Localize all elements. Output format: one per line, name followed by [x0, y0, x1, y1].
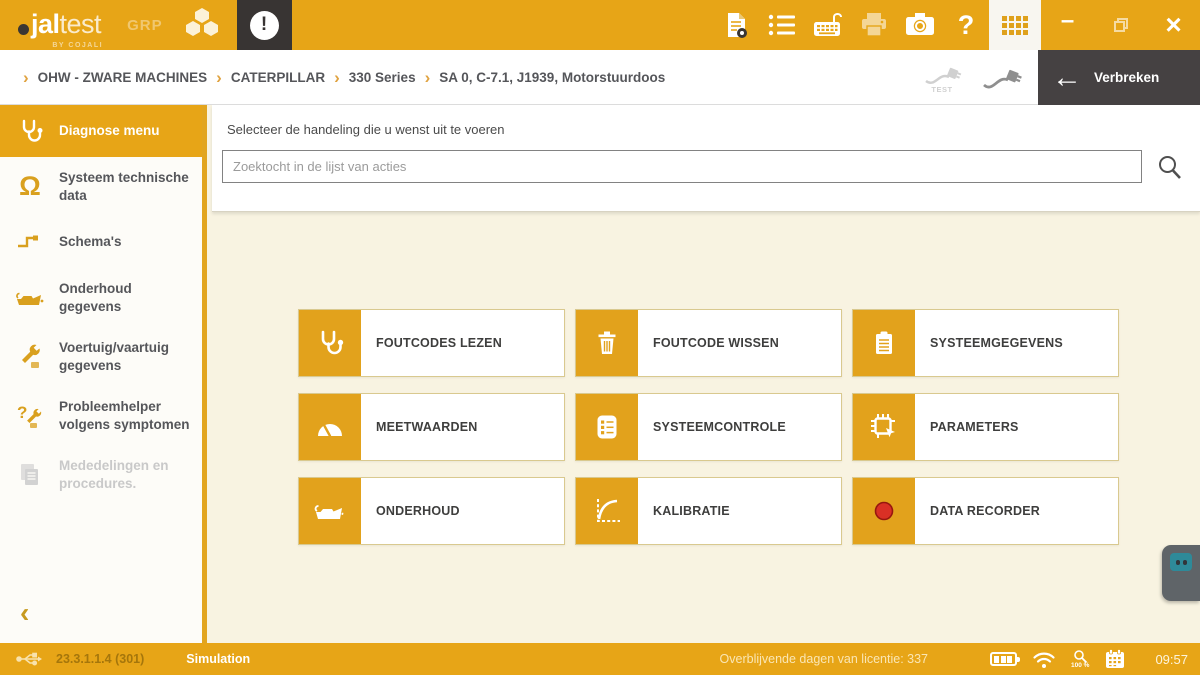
- clock-label: 09:57: [1155, 652, 1188, 667]
- gauge-icon: [299, 394, 361, 460]
- sidebar-item-diagnose-menu[interactable]: Diagnose menu: [0, 105, 202, 157]
- notifications-button[interactable]: !: [237, 0, 292, 50]
- chevron-right-icon: ›: [23, 69, 29, 86]
- back-arrow-icon: ←: [1052, 63, 1082, 93]
- symptom-helper-icon: ?: [12, 403, 48, 429]
- close-button[interactable]: ×: [1147, 0, 1200, 50]
- license-days-label: Overblijvende dagen van licentie: 337: [720, 652, 928, 666]
- exclamation-icon: !: [250, 11, 279, 40]
- collapse-sidebar-button[interactable]: ‹: [20, 599, 29, 627]
- oil-can-icon: [299, 478, 361, 544]
- omega-icon: Ω: [12, 173, 48, 200]
- status-icons: 100 % 09:57: [990, 648, 1188, 670]
- logo-text-jal: jal: [31, 10, 60, 40]
- sidebar-item-mededelingen: Mededelingen en procedures.: [0, 445, 202, 504]
- breadcrumb-category[interactable]: OHW - ZWARE MACHINES: [38, 70, 208, 85]
- support-widget[interactable]: [1162, 545, 1200, 601]
- stethoscope-icon: [12, 117, 48, 145]
- minimize-button[interactable]: –: [1041, 0, 1094, 50]
- tile-onderhoud[interactable]: ONDERHOUD: [298, 477, 565, 545]
- test-connector-icon[interactable]: TEST: [922, 61, 962, 94]
- chevron-right-icon: ›: [425, 69, 431, 86]
- breadcrumb: › OHW - ZWARE MACHINES › CATERPILLAR › 3…: [0, 50, 1200, 105]
- search-bar: [222, 150, 1188, 183]
- calibration-curve-icon: [576, 478, 638, 544]
- calendar-icon[interactable]: [1104, 648, 1126, 670]
- logo-dot-icon: [18, 24, 29, 35]
- documents-icon: [12, 462, 48, 488]
- svg-text:?: ?: [17, 403, 27, 422]
- tile-data-recorder[interactable]: DATA RECORDER: [852, 477, 1119, 545]
- support-icon: [1170, 553, 1192, 571]
- search-input[interactable]: [222, 150, 1142, 183]
- record-icon: [853, 478, 915, 544]
- wifi-icon[interactable]: [1032, 650, 1056, 669]
- wiring-diagram-icon: [12, 231, 48, 253]
- trash-icon: [576, 310, 638, 376]
- jaltest-logo: jal test BY COJALI: [18, 10, 101, 40]
- page-title: Selecteer de handeling die u wenst uit t…: [227, 122, 1200, 137]
- top-bar: jal test BY COJALI GRP !: [0, 0, 1200, 50]
- wrench-icon: [12, 344, 48, 370]
- chevron-right-icon: ›: [216, 69, 222, 86]
- chevron-right-icon: ›: [334, 69, 340, 86]
- tile-parameters[interactable]: PARAMETERS: [852, 393, 1119, 461]
- list-icon[interactable]: [759, 0, 805, 50]
- screenshot-camera-icon[interactable]: [897, 0, 943, 50]
- checklist-icon: [576, 394, 638, 460]
- tile-kalibratie[interactable]: KALIBRATIE: [575, 477, 842, 545]
- help-icon[interactable]: ?: [943, 0, 989, 50]
- breadcrumb-brand[interactable]: CATERPILLAR: [231, 70, 325, 85]
- modules-cubes-icon[interactable]: [183, 6, 221, 45]
- main-content: Selecteer de handeling die u wenst uit t…: [212, 105, 1200, 643]
- window-controls: – ×: [1041, 0, 1200, 50]
- simulation-mode-label: Simulation: [186, 652, 250, 666]
- connection-status-icons: TEST: [922, 50, 1022, 105]
- usb-icon: [16, 651, 42, 667]
- breadcrumb-system[interactable]: SA 0, C-7.1, J1939, Motorstuurdoos: [439, 70, 665, 85]
- zoom-level-control[interactable]: 100 %: [1071, 649, 1089, 669]
- status-bar: 23.3.1.1.4 (301) Simulation Overblijvend…: [0, 643, 1200, 675]
- grp-label: GRP: [127, 17, 163, 34]
- keyboard-icon[interactable]: [805, 0, 851, 50]
- sidebar-item-schemas[interactable]: Schema's: [0, 216, 202, 268]
- grid-dots-icon: [1002, 16, 1028, 35]
- restore-button[interactable]: [1094, 0, 1147, 50]
- toolbar-icons: ? – ×: [713, 0, 1200, 50]
- tile-systeemgegevens[interactable]: SYSTEEMGEGEVENS: [852, 309, 1119, 377]
- stethoscope-icon: [299, 310, 361, 376]
- chip-icon: [853, 394, 915, 460]
- sidebar: Diagnose menu Ω Systeem technische data …: [0, 105, 207, 643]
- version-label: 23.3.1.1.4 (301): [56, 652, 144, 666]
- device-connector-icon[interactable]: [980, 63, 1022, 93]
- tile-foutcode-wissen[interactable]: FOUTCODE WISSEN: [575, 309, 842, 377]
- sidebar-item-systeem-technische-data[interactable]: Ω Systeem technische data: [0, 157, 202, 216]
- report-viewer-icon[interactable]: [713, 0, 759, 50]
- battery-icon: [990, 652, 1017, 666]
- disconnect-button[interactable]: ← Verbreken: [1038, 50, 1200, 105]
- search-icon[interactable]: [1156, 153, 1184, 181]
- breadcrumb-model[interactable]: 330 Series: [349, 70, 416, 85]
- sidebar-item-voertuig-vaartuig-gegevens[interactable]: Voertuig/vaartuig gegevens: [0, 327, 202, 386]
- logo-text-test: test: [60, 10, 102, 40]
- apps-grid-button[interactable]: [989, 0, 1041, 50]
- logo-byline: BY COJALI: [52, 42, 103, 49]
- tile-systeemcontrole[interactable]: SYSTEEMCONTROLE: [575, 393, 842, 461]
- action-select-panel: Selecteer de handeling die u wenst uit t…: [212, 105, 1200, 212]
- action-tiles-grid: FOUTCODES LEZEN FOUTCODE WISSEN: [298, 309, 1119, 545]
- sidebar-item-onderhoud-gegevens[interactable]: Onderhoud gegevens: [0, 268, 202, 327]
- restore-icon: [1114, 18, 1128, 32]
- tile-foutcodes-lezen[interactable]: FOUTCODES LEZEN: [298, 309, 565, 377]
- clipboard-icon: [853, 310, 915, 376]
- print-icon[interactable]: [851, 0, 897, 50]
- sidebar-item-probleemhelper[interactable]: ? Probleemhelper volgens symptomen: [0, 386, 202, 445]
- oil-can-icon: [12, 287, 48, 309]
- tile-meetwaarden[interactable]: MEETWAARDEN: [298, 393, 565, 461]
